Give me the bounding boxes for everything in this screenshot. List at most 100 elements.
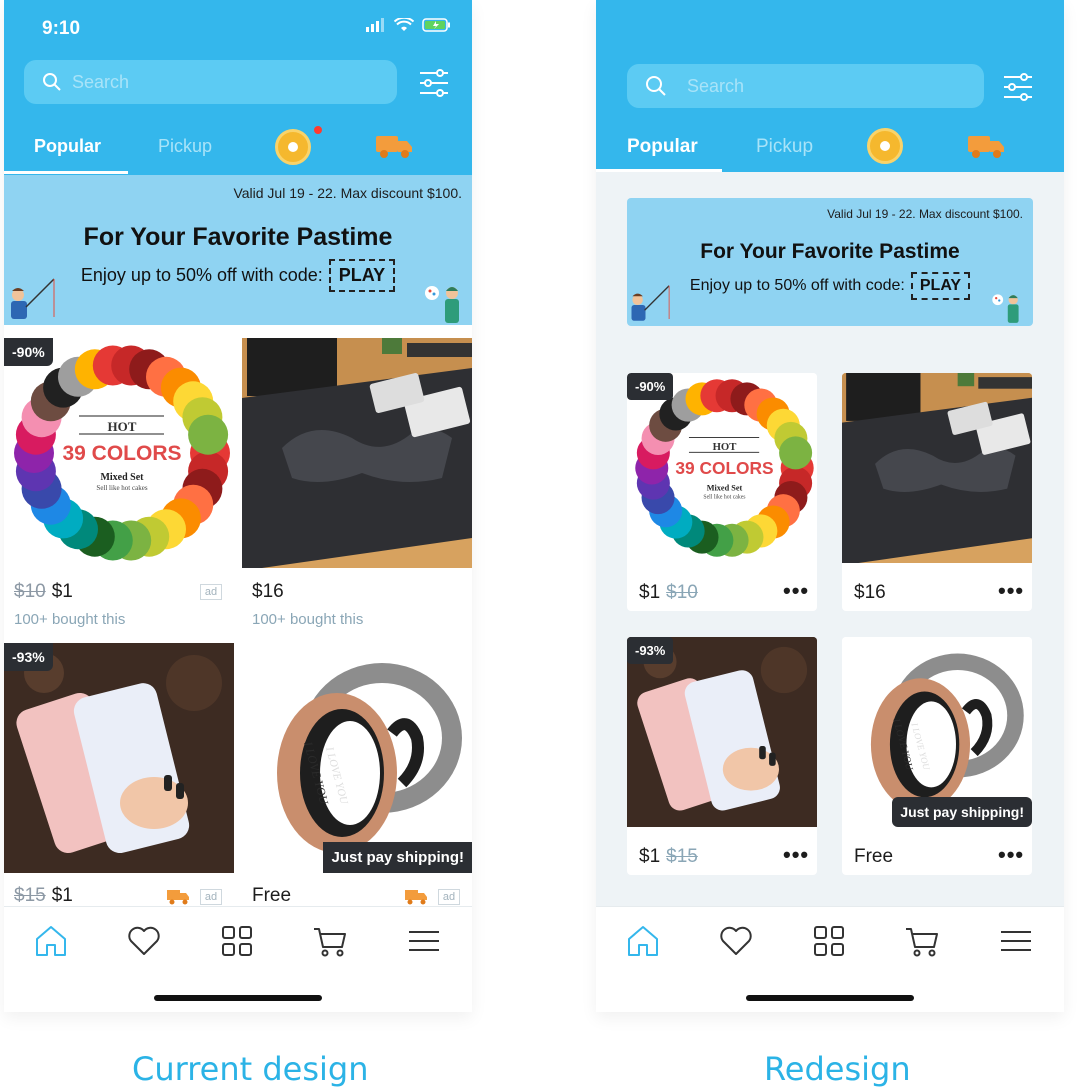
categories-icon[interactable] — [811, 923, 847, 959]
current-price: Free — [252, 885, 292, 906]
search-icon — [43, 73, 61, 91]
discount-badge: -90% — [627, 373, 674, 400]
top-tabs: Popular Pickup — [596, 124, 1064, 174]
header: Search Popular Pickup — [596, 0, 1064, 172]
scrunchie-shape — [779, 436, 813, 470]
tab-popular[interactable]: Popular — [34, 136, 101, 157]
price: $10 $1 — [14, 581, 73, 603]
promo-banner[interactable]: Valid Jul 19 - 22. Max discount $100. Fo… — [627, 198, 1033, 326]
fisherman-illustration — [11, 278, 55, 319]
tab-underline — [596, 169, 722, 172]
ad-label: ad — [200, 584, 222, 600]
product-card-phonecase[interactable]: -93% $1 $15 ••• — [627, 637, 817, 875]
banner-subtitle: Enjoy up to 50% off with code: PLAY — [4, 259, 472, 292]
current-price: $1 — [639, 846, 661, 867]
banner-subtitle-text: Enjoy up to 50% off with code: — [689, 277, 905, 294]
more-options-button[interactable]: ••• — [998, 842, 1024, 868]
heart-icon[interactable] — [126, 923, 162, 959]
promo-banner[interactable]: Valid Jul 19 - 22. Max discount $100. Fo… — [4, 175, 472, 325]
img-colors-text: 39 COLORS — [62, 442, 181, 465]
menu-icon[interactable] — [406, 923, 442, 959]
search-input[interactable]: Search — [24, 60, 397, 104]
current-price: $16 — [252, 581, 284, 602]
promo-code: PLAY — [328, 259, 396, 292]
banner-title: For Your Favorite Pastime — [83, 223, 393, 251]
product-image: I LOVE YOU I LOVE YOU — [242, 643, 472, 873]
phonecase-image — [4, 643, 234, 873]
coin-icon[interactable] — [275, 129, 311, 165]
product-card-ring[interactable]: I LOVE YOU I LOVE YOU Just pay shipping!… — [242, 643, 472, 906]
bottom-tab-bar — [4, 906, 472, 1012]
img-sell-text: Sell like hot cakes — [96, 484, 147, 492]
shipping-badge: Just pay shipping! — [892, 797, 1032, 827]
status-icons — [366, 18, 452, 32]
img-mixed-text: Mixed Set — [707, 483, 743, 492]
product-card-ring[interactable]: I LOVE YOU I LOVE YOU Just pay shipping!… — [842, 637, 1032, 875]
redesign-caption: Redesign — [764, 1050, 911, 1088]
more-options-button[interactable]: ••• — [783, 842, 809, 868]
discount-badge: -93% — [627, 637, 674, 664]
product-card-phonecase[interactable]: -93% $15 $1 ad — [4, 643, 234, 906]
ad-label: ad — [438, 889, 460, 905]
ad-label: ad — [200, 889, 222, 905]
ring-image: I LOVE YOU I LOVE YOU — [277, 663, 462, 853]
home-icon[interactable] — [625, 923, 661, 959]
current-price: $16 — [854, 582, 886, 603]
more-options-button[interactable]: ••• — [783, 578, 809, 604]
promo-code: PLAY — [910, 272, 971, 300]
deskmat-image — [842, 373, 1032, 563]
scrunchie-ring-image: HOT 39 COLORS Mixed Set Sell like hot ca… — [14, 345, 230, 561]
img-sell-text: Sell like hot cakes — [703, 495, 746, 501]
tab-pickup[interactable]: Pickup — [158, 136, 212, 157]
product-image: HOT 39 COLORS Mixed Set Sell like hot ca… — [4, 338, 234, 568]
tab-popular[interactable]: Popular — [627, 136, 698, 158]
cart-icon[interactable] — [904, 923, 940, 959]
shipping-truck-icon — [167, 890, 189, 905]
categories-icon[interactable] — [219, 923, 255, 959]
img-colors-text: 39 COLORS — [675, 458, 773, 478]
cart-icon[interactable] — [312, 923, 348, 959]
search-input[interactable]: Search — [627, 64, 984, 108]
painter-illustration — [992, 294, 1019, 323]
current-price: $1 — [51, 581, 73, 602]
truck-icon[interactable] — [374, 134, 414, 160]
coin-icon[interactable] — [867, 128, 903, 164]
search-placeholder: Search — [72, 71, 130, 92]
tab-underline — [4, 171, 128, 174]
price: $1 $15 — [639, 846, 698, 868]
product-card-deskmat[interactable]: $16 100+ bought this — [242, 338, 472, 636]
product-card-scrunchies[interactable]: HOT 39 COLORS Mixed Set Sell like hot ca… — [4, 338, 234, 636]
discount-badge: -93% — [4, 643, 53, 671]
home-icon[interactable] — [33, 923, 69, 959]
battery-icon — [422, 18, 450, 32]
filter-icon[interactable] — [1002, 72, 1034, 102]
current-price: $1 — [639, 582, 661, 603]
product-image — [627, 637, 817, 827]
heart-icon[interactable] — [718, 923, 754, 959]
product-card-scrunchies[interactable]: HOT 39 COLORS Mixed Set Sell like hot ca… — [627, 373, 817, 611]
filter-icon[interactable] — [418, 68, 450, 98]
banner-subtitle: Enjoy up to 50% off with code: PLAY — [627, 272, 1033, 300]
bottom-tab-bar — [596, 906, 1064, 1012]
search-icon — [646, 76, 666, 96]
price: $1 $10 — [639, 582, 698, 604]
img-hot-text: HOT — [108, 419, 137, 434]
bought-count: 100+ bought this — [252, 611, 364, 628]
painter-illustration — [425, 286, 459, 323]
top-tabs: Popular Pickup — [4, 124, 472, 174]
banner-subtitle-text: Enjoy up to 50% off with code: — [80, 265, 323, 285]
bought-count: 100+ bought this — [14, 611, 126, 628]
old-price: $10 — [14, 581, 46, 602]
tab-pickup[interactable]: Pickup — [756, 136, 813, 158]
truck-icon[interactable] — [966, 134, 1006, 160]
banner-valid-text: Valid Jul 19 - 22. Max discount $100. — [233, 185, 462, 201]
product-image: HOT 39 COLORS Mixed Set Sell like hot ca… — [627, 373, 817, 563]
discount-badge: -90% — [4, 338, 53, 366]
phonecase-image — [627, 637, 817, 827]
more-options-button[interactable]: ••• — [998, 578, 1024, 604]
price: $15 $1 — [14, 885, 73, 906]
menu-icon[interactable] — [998, 923, 1034, 959]
old-price: $10 — [666, 582, 698, 603]
current-price: Free — [854, 846, 894, 867]
product-card-deskmat[interactable]: $16 ••• — [842, 373, 1032, 611]
